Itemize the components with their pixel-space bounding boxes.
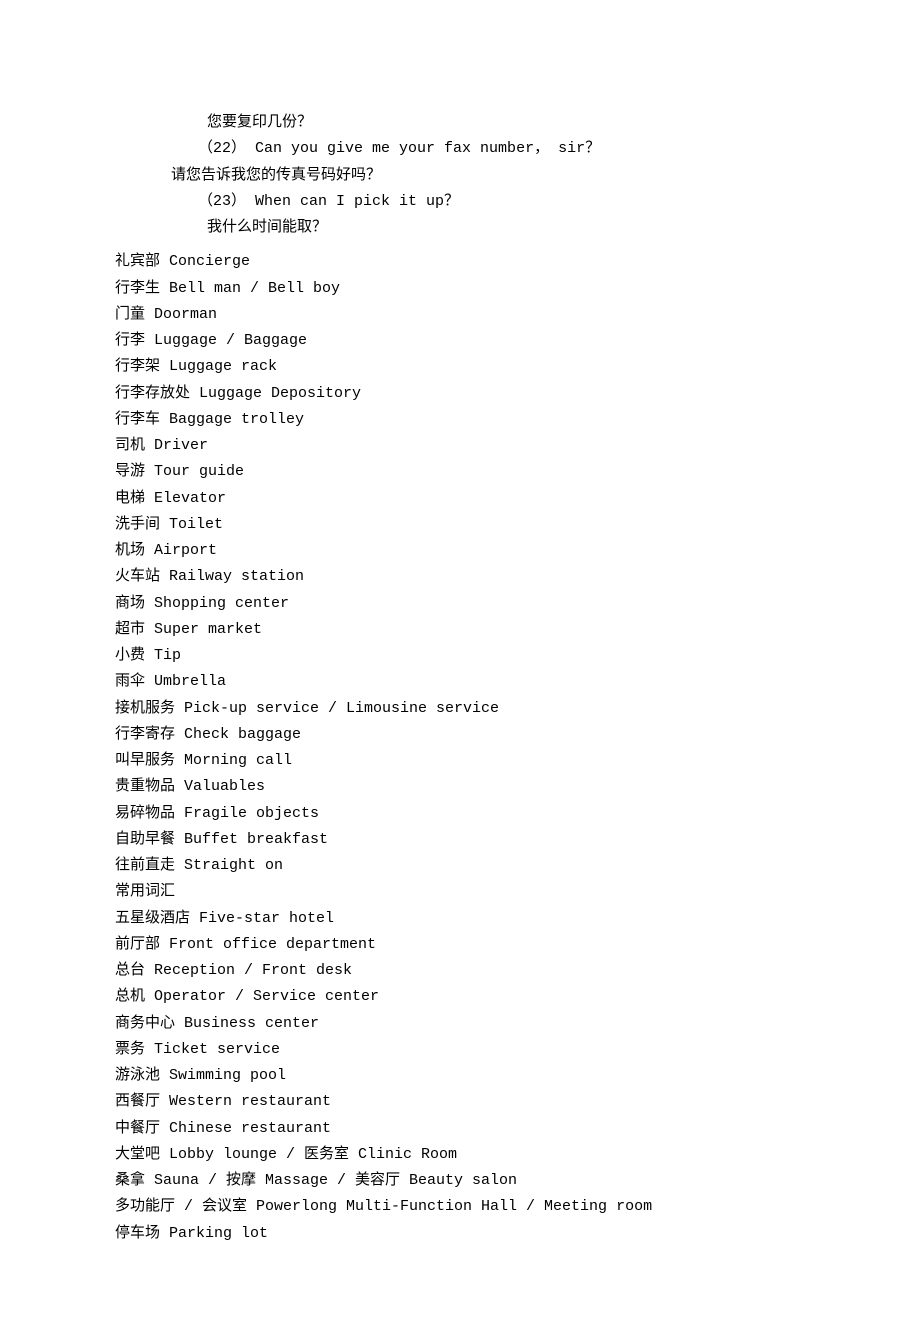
vocabulary-section: 礼宾部 Concierge 行李生 Bell man / Bell boy 门童…	[115, 249, 810, 1247]
dialog-line: 您要复印几份？	[171, 110, 810, 136]
vocab-line: 行李车 Baggage trolley	[115, 407, 810, 433]
vocab-line: 常用词汇	[115, 879, 810, 905]
vocab-line: 电梯 Elevator	[115, 486, 810, 512]
dialog-line: 我什么时间能取？	[171, 215, 810, 241]
vocab-line: 桑拿 Sauna / 按摩 Massage / 美容厅 Beauty salon	[115, 1168, 810, 1194]
vocab-line: 火车站 Railway station	[115, 564, 810, 590]
vocab-line: 易碎物品 Fragile objects	[115, 801, 810, 827]
vocab-line: 行李存放处 Luggage Depository	[115, 381, 810, 407]
vocab-line: 行李架 Luggage rack	[115, 354, 810, 380]
vocab-line: 中餐厅 Chinese restaurant	[115, 1116, 810, 1142]
vocab-line: 多功能厅 / 会议室 Powerlong Multi-Function Hall…	[115, 1194, 810, 1220]
vocab-line: 超市 Super market	[115, 617, 810, 643]
vocab-line: 五星级酒店 Five-star hotel	[115, 906, 810, 932]
vocab-line: 大堂吧 Lobby lounge / 医务室 Clinic Room	[115, 1142, 810, 1168]
vocab-line: 雨伞 Umbrella	[115, 669, 810, 695]
vocab-line: 总台 Reception / Front desk	[115, 958, 810, 984]
vocab-line: 自助早餐 Buffet breakfast	[115, 827, 810, 853]
dialog-line: 请您告诉我您的传真号码好吗？	[171, 163, 810, 189]
vocab-line: 停车场 Parking lot	[115, 1221, 810, 1247]
vocab-line: 司机 Driver	[115, 433, 810, 459]
vocab-line: 往前直走 Straight on	[115, 853, 810, 879]
vocab-line: 行李生 Bell man / Bell boy	[115, 276, 810, 302]
vocab-line: 西餐厅 Western restaurant	[115, 1089, 810, 1115]
vocab-line: 接机服务 Pick-up service / Limousine service	[115, 696, 810, 722]
vocab-line: 洗手间 Toilet	[115, 512, 810, 538]
vocab-line: 行李 Luggage / Baggage	[115, 328, 810, 354]
vocab-line: 叫早服务 Morning call	[115, 748, 810, 774]
vocab-line: 礼宾部 Concierge	[115, 249, 810, 275]
vocab-line: 商场 Shopping center	[115, 591, 810, 617]
dialog-section: 您要复印几份？ （22） Can you give me your fax nu…	[115, 110, 810, 241]
vocab-line: 游泳池 Swimming pool	[115, 1063, 810, 1089]
vocab-line: 总机 Operator / Service center	[115, 984, 810, 1010]
vocab-line: 小费 Tip	[115, 643, 810, 669]
vocab-line: 票务 Ticket service	[115, 1037, 810, 1063]
dialog-line: （22） Can you give me your fax number， si…	[171, 136, 810, 162]
section-spacer	[115, 241, 810, 249]
dialog-line: （23） When can I pick it up？	[171, 189, 810, 215]
vocab-line: 门童 Doorman	[115, 302, 810, 328]
vocab-line: 导游 Tour guide	[115, 459, 810, 485]
vocab-line: 贵重物品 Valuables	[115, 774, 810, 800]
vocab-line: 商务中心 Business center	[115, 1011, 810, 1037]
vocab-line: 行李寄存 Check baggage	[115, 722, 810, 748]
document-page: 您要复印几份？ （22） Can you give me your fax nu…	[0, 0, 920, 1337]
vocab-line: 机场 Airport	[115, 538, 810, 564]
vocab-line: 前厅部 Front office department	[115, 932, 810, 958]
